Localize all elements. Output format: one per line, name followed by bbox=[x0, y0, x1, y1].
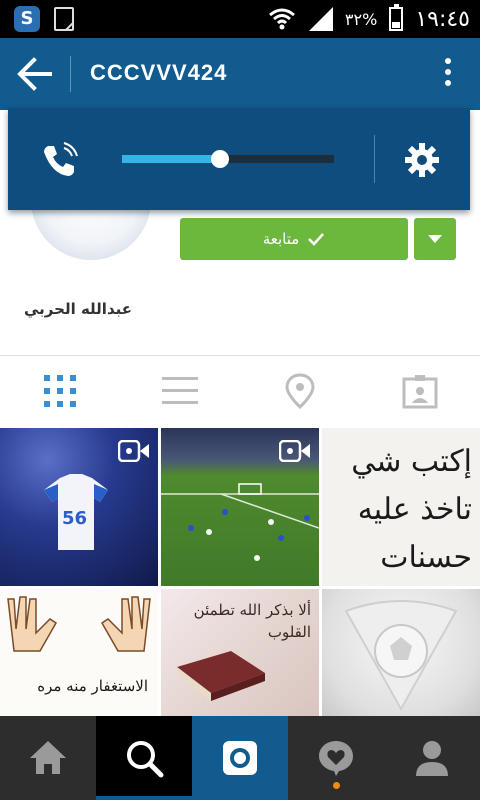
camera-icon bbox=[223, 741, 257, 775]
photo-jersey-56[interactable]: 56 bbox=[0, 428, 158, 586]
club-logo-image bbox=[344, 600, 458, 712]
video-icon bbox=[279, 440, 310, 462]
grid-icon[interactable] bbox=[42, 373, 78, 409]
photo-grid: 56 إكتب شي تاخذ عليه حسنات الاستغفار منه… bbox=[0, 428, 480, 716]
app-s-icon: S bbox=[14, 6, 40, 32]
tagged-photos-icon[interactable] bbox=[402, 373, 438, 409]
volume-panel-divider bbox=[374, 135, 375, 183]
jersey-image: 56 bbox=[44, 474, 108, 550]
profile-icon bbox=[416, 741, 448, 776]
hands-caption: الاستغفار منه مره bbox=[37, 677, 148, 695]
page-title: CCCVVV424 bbox=[90, 60, 228, 85]
profile-view-tabs bbox=[0, 356, 480, 426]
arrow-left-icon[interactable] bbox=[14, 56, 54, 92]
status-bar: S ٣٢% ١٩:٤٥ bbox=[0, 0, 480, 38]
hands-image bbox=[7, 596, 151, 652]
volume-slider-thumb[interactable] bbox=[210, 150, 229, 168]
follow-dropdown-button[interactable] bbox=[414, 218, 456, 260]
battery-percent: ٣٢% bbox=[344, 9, 378, 29]
book-image bbox=[177, 651, 265, 701]
sim-icon bbox=[54, 7, 74, 31]
gear-icon[interactable] bbox=[404, 142, 440, 178]
notification-dot bbox=[333, 782, 340, 789]
volume-slider-fill bbox=[122, 155, 220, 163]
list-icon[interactable] bbox=[162, 373, 198, 409]
battery-icon bbox=[389, 4, 404, 31]
nav-camera[interactable] bbox=[192, 716, 288, 800]
svg-text:56: 56 bbox=[62, 508, 87, 529]
nav-profile[interactable] bbox=[384, 716, 480, 800]
phone-call-icon bbox=[44, 142, 78, 176]
photo-quran[interactable]: ألا بذكر الله تطمئن القلوب bbox=[161, 589, 319, 716]
video-icon bbox=[118, 440, 149, 462]
action-bar: CCCVVV424 bbox=[0, 38, 480, 110]
check-icon bbox=[308, 233, 325, 246]
home-icon bbox=[30, 741, 66, 774]
bottom-nav bbox=[0, 716, 480, 800]
nav-search[interactable] bbox=[96, 716, 192, 800]
photo-alhilal-logo[interactable] bbox=[322, 589, 480, 716]
photo-football-pitch[interactable] bbox=[161, 428, 319, 586]
action-bar-divider bbox=[70, 56, 71, 92]
search-icon bbox=[127, 741, 164, 778]
signal-icon bbox=[308, 7, 333, 31]
volume-slider[interactable] bbox=[122, 150, 334, 168]
follow-button[interactable]: متابعة bbox=[180, 218, 408, 260]
photo-counting-hands[interactable]: الاستغفار منه مره bbox=[0, 589, 158, 716]
news-heart-icon bbox=[319, 741, 353, 776]
wifi-icon bbox=[268, 8, 295, 30]
quran-caption: ألا بذكر الله تطمئن القلوب bbox=[193, 601, 311, 641]
calligraphy-text: إكتب شي تاخذ عليه حسنات bbox=[351, 444, 472, 575]
volume-panel bbox=[8, 108, 470, 210]
photo-arabic-calligraphy[interactable]: إكتب شي تاخذ عليه حسنات bbox=[322, 428, 480, 586]
follow-label: متابعة bbox=[262, 230, 300, 248]
display-name: عبدالله الحربي bbox=[24, 300, 132, 318]
clock: ١٩:٤٥ bbox=[415, 6, 470, 32]
overflow-menu-icon[interactable] bbox=[444, 58, 452, 92]
nav-home[interactable] bbox=[0, 716, 96, 800]
map-pin-icon[interactable] bbox=[282, 373, 318, 409]
